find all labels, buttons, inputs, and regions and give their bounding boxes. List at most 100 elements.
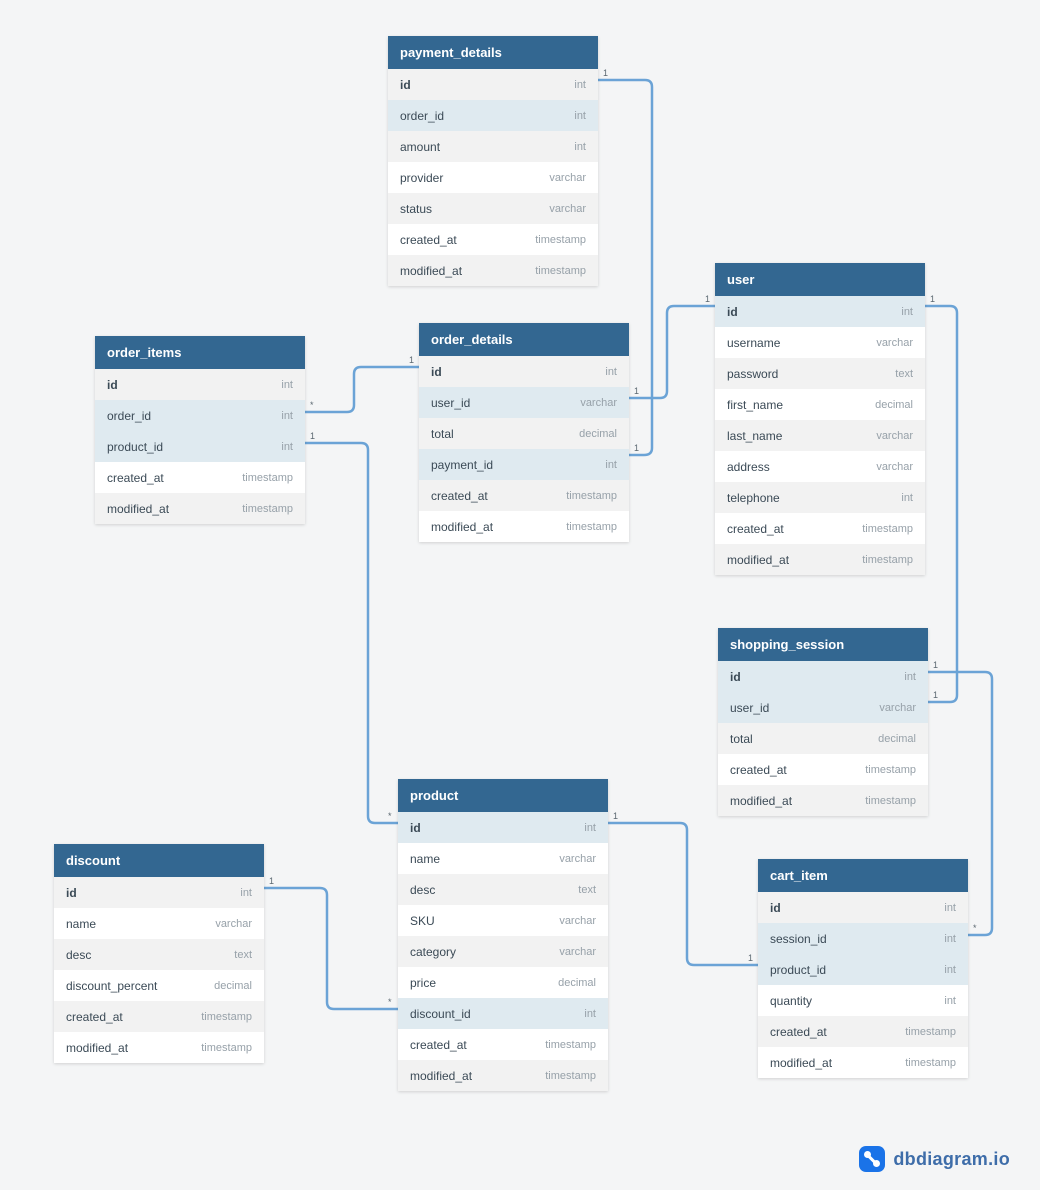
column-row[interactable]: totaldecimal (419, 418, 629, 449)
column-row[interactable]: namevarchar (398, 843, 608, 874)
column-type: int (281, 379, 293, 391)
table-header[interactable]: order_details (419, 323, 629, 356)
column-row[interactable]: last_namevarchar (715, 420, 925, 451)
table-order_details[interactable]: order_detailsidintuser_idvarchartotaldec… (419, 323, 629, 542)
column-name: created_at (400, 233, 457, 247)
column-type: varchar (549, 172, 586, 184)
table-cart_item[interactable]: cart_itemidintsession_idintproduct_idint… (758, 859, 968, 1078)
column-row[interactable]: created_attimestamp (54, 1001, 264, 1032)
column-row[interactable]: payment_idint (419, 449, 629, 480)
column-row[interactable]: idint (388, 69, 598, 100)
column-row[interactable]: first_namedecimal (715, 389, 925, 420)
column-row[interactable]: modified_attimestamp (54, 1032, 264, 1063)
cardinality-label: 1 (634, 443, 639, 453)
column-row[interactable]: quantityint (758, 985, 968, 1016)
table-discount[interactable]: discountidintnamevarchardesctextdiscount… (54, 844, 264, 1063)
column-row[interactable]: modified_attimestamp (388, 255, 598, 286)
column-row[interactable]: order_idint (95, 400, 305, 431)
column-name: name (66, 917, 96, 931)
table-header[interactable]: discount (54, 844, 264, 877)
column-row[interactable]: product_idint (95, 431, 305, 462)
column-row[interactable]: amountint (388, 131, 598, 162)
column-row[interactable]: product_idint (758, 954, 968, 985)
column-name: id (770, 901, 781, 915)
column-row[interactable]: providervarchar (388, 162, 598, 193)
column-row[interactable]: idint (718, 661, 928, 692)
column-name: category (410, 945, 456, 959)
column-row[interactable]: SKUvarchar (398, 905, 608, 936)
cardinality-label: * (973, 923, 977, 933)
column-row[interactable]: discount_idint (398, 998, 608, 1029)
table-header[interactable]: product (398, 779, 608, 812)
column-name: user_id (431, 396, 470, 410)
column-type: timestamp (545, 1070, 596, 1082)
column-row[interactable]: created_at timestamp (388, 224, 598, 255)
column-row[interactable]: user_idvarchar (419, 387, 629, 418)
column-row[interactable]: created_attimestamp (715, 513, 925, 544)
column-row[interactable]: modified_attimestamp (718, 785, 928, 816)
table-shopping_session[interactable]: shopping_sessionidintuser_idvarchartotal… (718, 628, 928, 816)
column-row[interactable]: modified_attimestamp (758, 1047, 968, 1078)
column-row[interactable]: telephoneint (715, 482, 925, 513)
table-header[interactable]: order_items (95, 336, 305, 369)
column-row[interactable]: categoryvarchar (398, 936, 608, 967)
cardinality-label: 1 (933, 690, 938, 700)
column-name: desc (66, 948, 91, 962)
column-row[interactable]: idint (715, 296, 925, 327)
column-type: timestamp (862, 523, 913, 535)
column-type: varchar (876, 337, 913, 349)
column-row[interactable]: desctext (398, 874, 608, 905)
column-row[interactable]: id int (95, 369, 305, 400)
column-name: total (431, 427, 454, 441)
column-row[interactable]: modified_attimestamp (419, 511, 629, 542)
column-row[interactable]: totaldecimal (718, 723, 928, 754)
column-row[interactable]: user_idvarchar (718, 692, 928, 723)
column-row[interactable]: namevarchar (54, 908, 264, 939)
column-name: created_at (410, 1038, 467, 1052)
column-row[interactable]: created_attimestamp (419, 480, 629, 511)
table-product[interactable]: productidintnamevarchardesctextSKUvarcha… (398, 779, 608, 1091)
column-row[interactable]: usernamevarchar (715, 327, 925, 358)
table-header[interactable]: shopping_session (718, 628, 928, 661)
column-row[interactable]: created_at timestamp (398, 1029, 608, 1060)
column-row[interactable]: idint (398, 812, 608, 843)
column-row[interactable]: modified_attimestamp (715, 544, 925, 575)
column-type: timestamp (201, 1042, 252, 1054)
column-type: timestamp (545, 1039, 596, 1051)
cardinality-label: 1 (409, 355, 414, 365)
column-row[interactable]: statusvarchar (388, 193, 598, 224)
table-user[interactable]: useridintusernamevarcharpasswordtextfirs… (715, 263, 925, 575)
table-header[interactable]: payment_details (388, 36, 598, 69)
table-order_items[interactable]: order_itemsid int order_idintproduct_idint… (95, 336, 305, 524)
column-row[interactable]: order_idint (388, 100, 598, 131)
column-row[interactable]: discount_percent decimal (54, 970, 264, 1001)
table-header[interactable]: user (715, 263, 925, 296)
table-payment_details[interactable]: payment_detailsidintorder_idintamountint… (388, 36, 598, 286)
column-row[interactable]: idint (419, 356, 629, 387)
column-name: modified_at (431, 520, 493, 534)
column-row[interactable]: session_idint (758, 923, 968, 954)
column-type: decimal (214, 980, 252, 992)
column-row[interactable]: pricedecimal (398, 967, 608, 998)
column-row[interactable]: modified_attimestamp (95, 493, 305, 524)
column-name: id (410, 821, 421, 835)
column-row[interactable]: created_attimestamp (95, 462, 305, 493)
column-row[interactable]: created_attimestamp (718, 754, 928, 785)
column-name: id (107, 378, 118, 392)
column-name: order_id (107, 409, 151, 423)
column-row[interactable]: created_attimestamp (758, 1016, 968, 1047)
column-row[interactable]: idint (758, 892, 968, 923)
column-type: text (578, 884, 596, 896)
column-row[interactable]: modified_attimestamp (398, 1060, 608, 1091)
column-name: discount_percent (66, 979, 157, 993)
column-type: varchar (559, 853, 596, 865)
column-row[interactable]: desctext (54, 939, 264, 970)
column-row[interactable]: idint (54, 877, 264, 908)
column-name: id (727, 305, 738, 319)
column-row[interactable]: addressvarchar (715, 451, 925, 482)
column-type: timestamp (535, 234, 586, 246)
column-row[interactable]: passwordtext (715, 358, 925, 389)
cardinality-label: 1 (613, 811, 618, 821)
table-header[interactable]: cart_item (758, 859, 968, 892)
column-type: timestamp (865, 764, 916, 776)
